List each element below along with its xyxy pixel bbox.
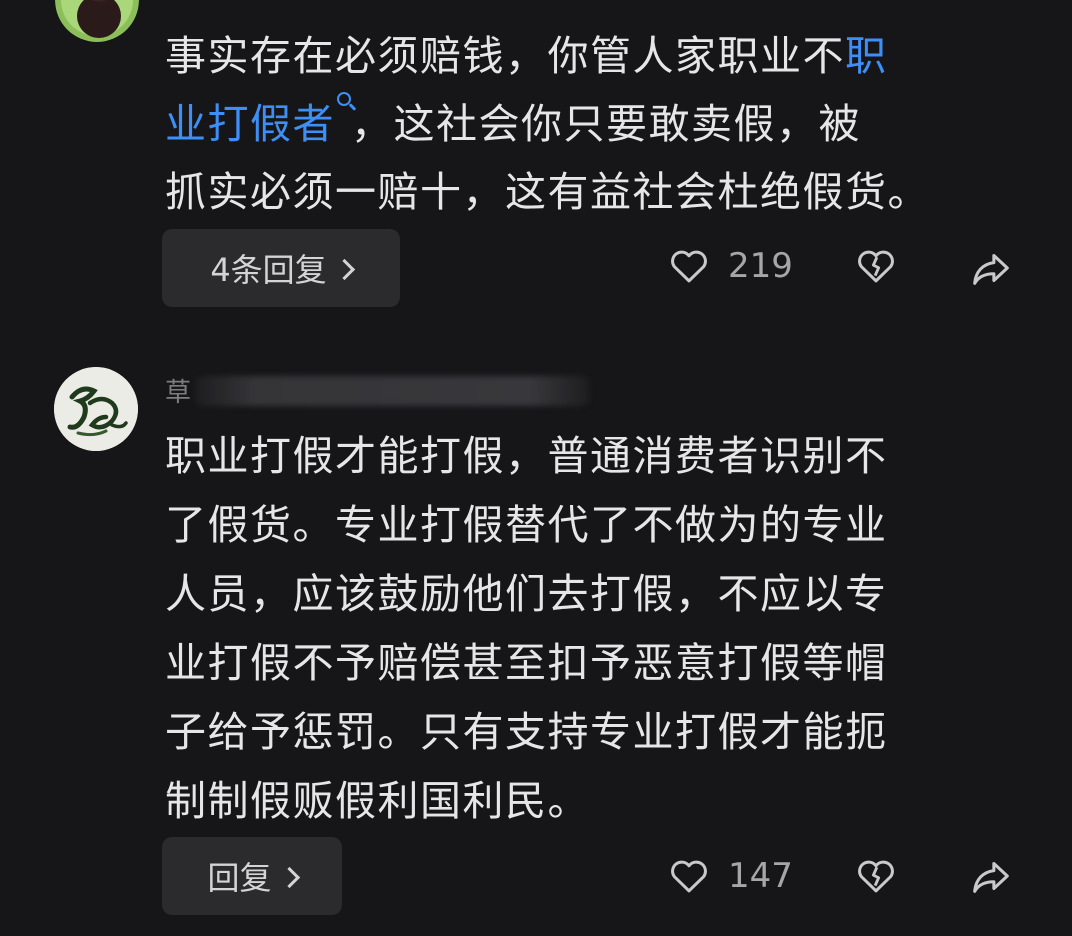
comment-text: 人员，应该鼓励他们去打假，不应以专 bbox=[165, 570, 888, 618]
avatar[interactable] bbox=[55, 0, 139, 42]
comment-text: 制制假贩假利国利民。 bbox=[165, 777, 590, 825]
like-count: 147 bbox=[728, 856, 793, 896]
avatar-image bbox=[54, 367, 138, 451]
comment-text: 事实存在必须赔钱，你管人家职业不 bbox=[165, 32, 845, 80]
like-count: 219 bbox=[728, 246, 793, 286]
comment-body: 事实存在必须赔钱，你管人家职业不职 业打假者 ，这社会你只要敢卖假，被 抓实必须一… bbox=[165, 22, 1005, 226]
keyword-link[interactable]: 业打假者 bbox=[165, 92, 351, 148]
heart-icon bbox=[671, 250, 707, 283]
reply-label: 回复 bbox=[207, 859, 272, 897]
chevron-right-icon bbox=[278, 866, 300, 888]
search-icon bbox=[337, 92, 351, 106]
share-arrow-icon bbox=[973, 862, 1009, 893]
dislike-button[interactable] bbox=[855, 245, 897, 287]
comment-text: ，这社会你只要敢卖假，被 bbox=[351, 100, 861, 148]
share-button[interactable] bbox=[968, 245, 1014, 291]
comment-text: 抓实必须一赔十，这有益社会杜绝假货。 bbox=[165, 168, 930, 216]
chevron-right-icon bbox=[333, 258, 355, 280]
comment-text: 子给予惩罚。只有支持专业打假才能扼 bbox=[165, 708, 888, 756]
comment-text: 业打假不予赔偿甚至扣予恶意打假等帽 bbox=[165, 639, 888, 687]
keyword-link[interactable]: 职 bbox=[845, 32, 888, 80]
share-arrow-icon bbox=[973, 254, 1009, 285]
broken-heart-icon bbox=[858, 250, 894, 283]
share-button[interactable] bbox=[968, 853, 1014, 899]
username[interactable]: 草 bbox=[165, 372, 192, 409]
reply-label: 4条回复 bbox=[210, 251, 327, 289]
reply-button[interactable]: 回复 bbox=[162, 837, 342, 915]
like-button[interactable]: 219 bbox=[668, 245, 793, 287]
comment-body: 职业打假才能打假，普通消费者识别不 了假货。专业打假替代了不做为的专业 人员，应… bbox=[165, 422, 1005, 836]
comment-text: 了假货。专业打假替代了不做为的专业 bbox=[165, 501, 888, 549]
comment-text: 职业打假才能打假，普通消费者识别不 bbox=[165, 432, 888, 480]
heart-icon bbox=[671, 860, 707, 893]
view-replies-button[interactable]: 4条回复 bbox=[162, 229, 400, 307]
avatar-image bbox=[55, 0, 139, 42]
like-button[interactable]: 147 bbox=[668, 855, 793, 897]
broken-heart-icon bbox=[858, 860, 894, 893]
dislike-button[interactable] bbox=[855, 855, 897, 897]
avatar[interactable] bbox=[54, 367, 138, 451]
redacted-username bbox=[195, 376, 590, 406]
